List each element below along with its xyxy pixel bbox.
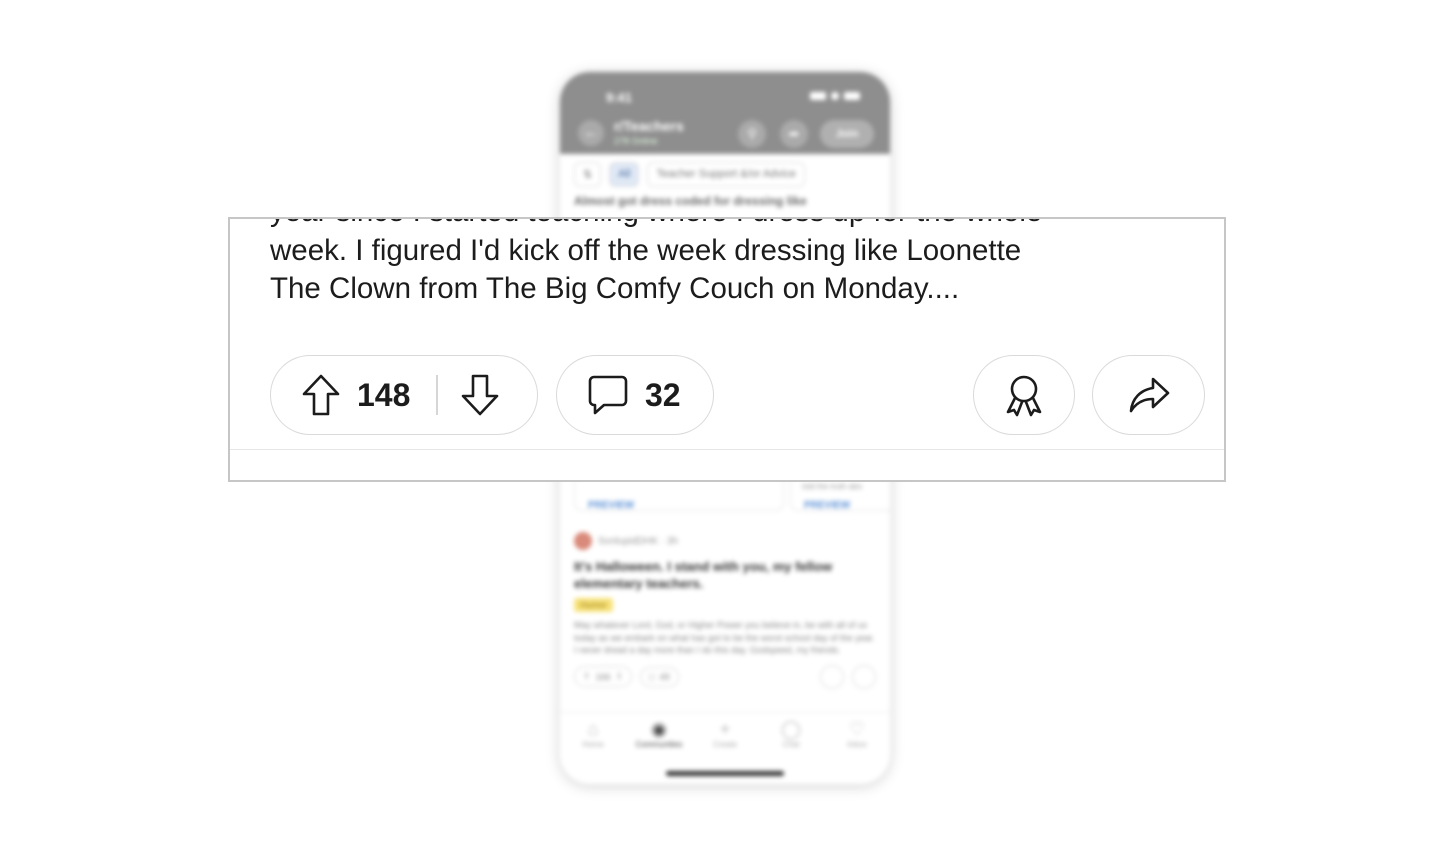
filter-chip-support[interactable]: Teacher Support &/or Advice — [647, 162, 805, 187]
bell-icon: ♡ — [848, 719, 866, 739]
upvote-count: 166 — [595, 671, 611, 682]
subreddit-name: r/Teachers — [614, 118, 684, 134]
arrow-up-icon[interactable] — [301, 373, 341, 417]
sort-chip[interactable]: ⇅ — [574, 162, 602, 187]
feed-post[interactable]: SonlupidDHK · 3h It's Halloween. I stand… — [574, 532, 876, 689]
share-button[interactable] — [852, 664, 876, 689]
avatar — [574, 532, 592, 550]
online-count: 278 Online — [614, 136, 658, 146]
filter-bar: ⇅ All Teacher Support &/or Advice — [574, 162, 805, 187]
status-icons — [810, 92, 860, 100]
post-actions: ⇧ 166 ⇩ □ 49 — [574, 664, 876, 689]
zoomed-post-panel: year since I started teaching where I dr… — [228, 217, 1226, 482]
chat-icon: ◯ — [780, 719, 802, 739]
award-button[interactable] — [973, 355, 1075, 435]
post-flair: Humor — [574, 598, 614, 612]
post-title[interactable]: It's Halloween. I stand with you, my fel… — [574, 558, 876, 592]
comment-count: 32 — [645, 376, 681, 413]
tab-communities[interactable]: ◉ Communities — [629, 713, 689, 763]
search-button[interactable]: ⚲ — [738, 120, 766, 148]
tab-label: Inbox — [847, 740, 867, 749]
upvote-count: 148 — [357, 376, 411, 413]
preview-label[interactable]: PREVIEW — [804, 500, 850, 511]
post-body-text: year since I started teaching where I dr… — [270, 219, 1042, 305]
card-snippet: told the truth abo — [802, 482, 863, 491]
post-title-snippet: Almost got dress coded for dressing like — [574, 194, 807, 208]
wifi-icon — [831, 92, 839, 100]
share-button[interactable] — [1092, 355, 1205, 435]
home-indicator — [666, 771, 784, 776]
comment-count: 49 — [659, 671, 670, 682]
communities-icon: ◉ — [651, 719, 667, 739]
signal-icon — [810, 92, 826, 100]
battery-icon — [844, 92, 860, 100]
tab-label: Chat — [782, 740, 800, 749]
vote-divider — [436, 375, 439, 415]
post-body: May whatever Lord, God, or Higher Power … — [574, 620, 875, 655]
tab-label: Communities — [635, 740, 683, 749]
subreddit-header: 9:41 ← r/Teachers 278 Online ⚲ ➦ Join — [560, 72, 890, 154]
plus-icon: + — [719, 719, 731, 739]
post-author-row: SonlupidDHK · 3h — [574, 532, 876, 550]
award-button[interactable] — [820, 664, 844, 689]
tab-create[interactable]: + Create — [695, 713, 755, 763]
speech-bubble-icon — [587, 373, 629, 417]
comment-button[interactable]: 32 — [556, 355, 714, 435]
vote-pill: 148 — [270, 355, 538, 435]
bottom-tab-bar: ⌂ Home ◉ Communities + Create ◯ Chat ♡ Inbox — [560, 712, 890, 763]
tab-chat[interactable]: ◯ Chat — [761, 713, 821, 763]
share-arrow-icon — [1127, 373, 1171, 417]
join-button[interactable]: Join — [820, 120, 874, 148]
filter-chip-all[interactable]: All — [609, 162, 640, 187]
vote-pill[interactable]: ⇧ 166 ⇩ — [574, 666, 633, 687]
share-button[interactable]: ➦ — [780, 120, 808, 148]
tab-label: Create — [712, 740, 737, 749]
stage: 9:41 ← r/Teachers 278 Online ⚲ ➦ Join ⇅ … — [0, 0, 1450, 854]
tab-label: Home — [582, 740, 604, 749]
tab-inbox[interactable]: ♡ Inbox — [827, 713, 887, 763]
arrow-down-icon[interactable] — [460, 373, 500, 417]
back-button[interactable]: ← — [578, 120, 604, 146]
post-author[interactable]: SonlupidDHK · 3h — [598, 536, 678, 547]
home-icon: ⌂ — [587, 719, 599, 739]
award-ribbon-icon — [1002, 373, 1046, 417]
comment-pill[interactable]: □ 49 — [640, 666, 679, 687]
preview-label[interactable]: PREVIEW — [588, 500, 634, 511]
post-separator — [230, 449, 1224, 450]
status-time: 9:41 — [606, 90, 633, 105]
tab-home[interactable]: ⌂ Home — [563, 713, 623, 763]
